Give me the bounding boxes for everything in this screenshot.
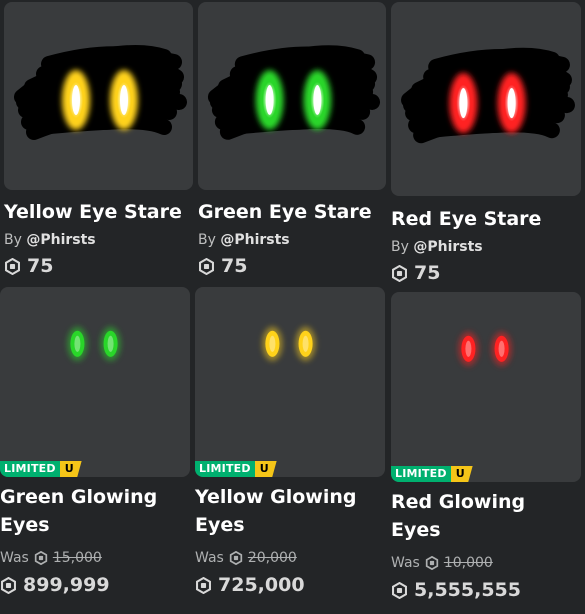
unique-label: U (59, 461, 82, 477)
item-name-line2: Eyes (391, 519, 441, 541)
eyes-image (458, 331, 512, 366)
scribble-shape (401, 47, 575, 144)
price-value: 75 (221, 255, 248, 277)
item-name-line1: Yellow Glowing (195, 486, 357, 508)
price-value: 75 (27, 255, 54, 277)
item-thumbnail[interactable]: LIMITED U (391, 292, 581, 482)
by-label: By (4, 232, 22, 248)
was-price: Was 15,000 (0, 550, 102, 566)
item-price: 5,555,555 (391, 579, 521, 601)
price-value: 5,555,555 (414, 579, 521, 601)
was-label: Was (391, 555, 420, 571)
robux-icon (34, 551, 48, 565)
was-price-value: 10,000 (443, 555, 493, 571)
item-card-yellow-glowing-eyes[interactable]: LIMITED U Yellow Glowing Eyes Was 20,000… (195, 287, 385, 607)
creator-link[interactable]: @Phirsts (26, 232, 95, 248)
item-thumbnail[interactable] (4, 2, 193, 190)
was-label: Was (195, 550, 224, 566)
right-eye (100, 326, 121, 361)
item-name[interactable]: Green Eye Stare (198, 198, 372, 226)
robux-icon (0, 577, 17, 594)
robux-icon (198, 258, 215, 275)
right-eye (303, 70, 332, 130)
robux-icon (425, 556, 439, 570)
eyes-image (401, 47, 575, 144)
left-eye (458, 331, 479, 366)
was-price: Was 10,000 (391, 555, 493, 571)
item-card-red-eye-stare[interactable]: Red Eye Stare By @Phirsts 75 (391, 2, 581, 292)
was-price-value: 15,000 (52, 550, 102, 566)
eyes-image (67, 326, 121, 361)
robux-icon (195, 577, 212, 594)
item-name[interactable]: Yellow Glowing Eyes (195, 483, 357, 539)
item-name[interactable]: Red Glowing Eyes (391, 488, 525, 544)
right-eye (491, 331, 512, 366)
by-label: By (198, 232, 216, 248)
eyes-image (262, 326, 316, 361)
item-creator[interactable]: By @Phirsts (4, 232, 96, 248)
left-eye (262, 326, 283, 361)
limited-badge: LIMITED U (391, 466, 473, 482)
left-eye (67, 326, 88, 361)
by-label: By (391, 239, 409, 255)
robux-icon (4, 258, 21, 275)
item-price: 725,000 (195, 574, 305, 596)
item-card-green-eye-stare[interactable]: Green Eye Stare By @Phirsts 75 (198, 2, 387, 284)
unique-label: U (254, 461, 277, 477)
was-label: Was (0, 550, 29, 566)
robux-icon (391, 582, 408, 599)
item-creator[interactable]: By @Phirsts (391, 239, 483, 255)
right-eye (497, 72, 526, 134)
robux-icon (391, 265, 408, 282)
left-eye (62, 70, 90, 130)
item-name[interactable]: Red Eye Stare (391, 205, 541, 233)
item-card-red-glowing-eyes[interactable]: LIMITED U Red Glowing Eyes Was 10,000 5,… (391, 292, 581, 612)
item-name-line1: Red Glowing (391, 491, 526, 513)
item-thumbnail[interactable]: LIMITED U (195, 287, 385, 477)
eyes-image (207, 45, 381, 140)
was-price-value: 20,000 (247, 550, 297, 566)
limited-label: LIMITED (0, 461, 60, 477)
left-eye (255, 70, 284, 130)
robux-icon (229, 551, 243, 565)
scribble-shape (14, 45, 187, 140)
limited-badge: LIMITED U (195, 461, 277, 477)
item-price: 75 (4, 255, 53, 277)
limited-label: LIMITED (391, 466, 451, 482)
creator-link[interactable]: @Phirsts (220, 232, 289, 248)
right-eye (295, 326, 316, 361)
item-thumbnail[interactable] (391, 2, 581, 196)
scribble-shape (207, 45, 381, 140)
item-price: 75 (198, 255, 247, 277)
price-value: 75 (414, 262, 441, 284)
item-name-line2: Eyes (195, 514, 245, 536)
price-value: 725,000 (218, 574, 305, 596)
item-creator[interactable]: By @Phirsts (198, 232, 290, 248)
item-name-line1: Green Glowing (0, 486, 158, 508)
item-card-yellow-eye-stare[interactable]: Yellow Eye Stare By @Phirsts 75 (4, 2, 193, 284)
item-name-line2: Eyes (0, 514, 50, 536)
limited-label: LIMITED (195, 461, 255, 477)
item-price: 75 (391, 262, 440, 284)
creator-link[interactable]: @Phirsts (413, 239, 482, 255)
price-value: 899,999 (23, 574, 110, 596)
item-name[interactable]: Yellow Eye Stare (4, 198, 182, 226)
item-price: 899,999 (0, 574, 110, 596)
item-card-green-glowing-eyes[interactable]: LIMITED U Green Glowing Eyes Was 15,000 … (0, 287, 190, 607)
item-name[interactable]: Green Glowing Eyes (0, 483, 157, 539)
left-eye (449, 72, 478, 134)
was-price: Was 20,000 (195, 550, 297, 566)
unique-label: U (450, 466, 473, 482)
item-thumbnail[interactable] (198, 2, 386, 190)
limited-badge: LIMITED U (0, 461, 82, 477)
right-eye (110, 70, 138, 130)
item-thumbnail[interactable]: LIMITED U (0, 287, 190, 477)
eyes-image (14, 45, 187, 140)
